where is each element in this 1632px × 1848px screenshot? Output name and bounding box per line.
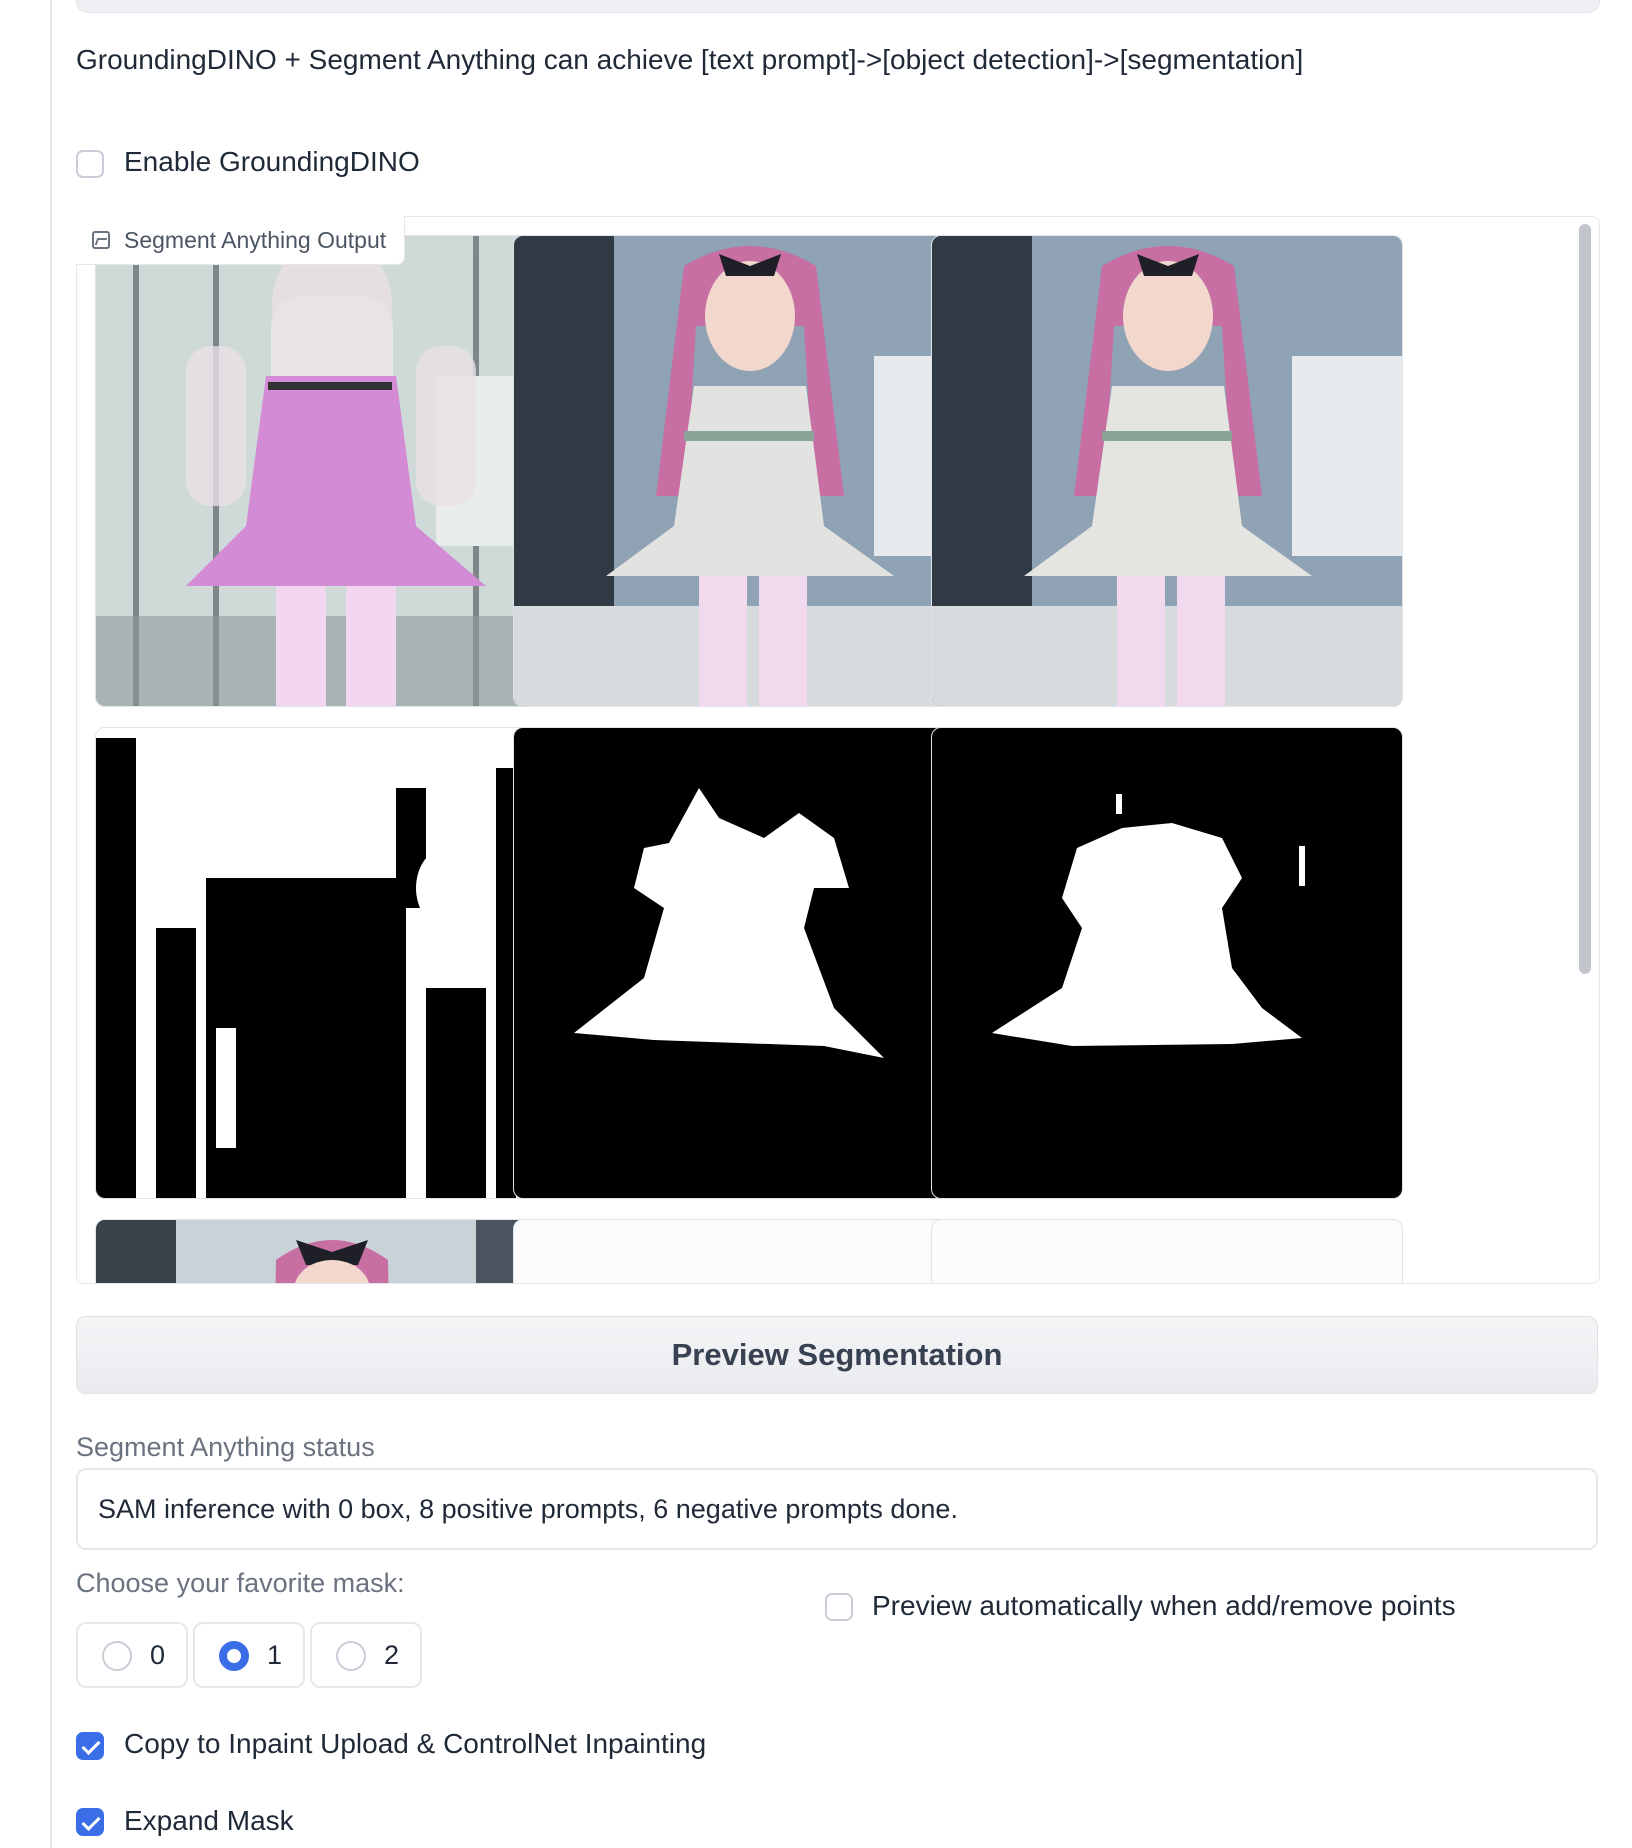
radio-circle-2 xyxy=(336,1641,366,1671)
masked-image-0-art xyxy=(96,1220,566,1283)
result-image-1-art xyxy=(514,236,984,706)
image-icon xyxy=(92,231,110,249)
enable-groundingdino-checkbox[interactable] xyxy=(76,150,104,178)
mask-0-art xyxy=(96,728,566,1198)
masked-image-2[interactable] xyxy=(931,1219,1403,1283)
status-label: Segment Anything status xyxy=(76,1432,375,1462)
masked-image-0[interactable] xyxy=(95,1219,567,1283)
auto-preview-checkbox[interactable] xyxy=(825,1593,853,1621)
mask-option-1-label: 1 xyxy=(267,1640,283,1670)
enable-groundingdino-label: Enable GroundingDINO xyxy=(124,146,420,177)
mask-2[interactable] xyxy=(931,727,1403,1199)
masked-image-1[interactable] xyxy=(513,1219,985,1283)
description-text: GroundingDINO + Segment Anything can ach… xyxy=(76,44,1304,75)
preview-segmentation-button[interactable]: Preview Segmentation xyxy=(76,1316,1598,1394)
mask-option-2[interactable]: 2 xyxy=(310,1622,422,1688)
mask-1[interactable] xyxy=(513,727,985,1199)
mask-choice-label: Choose your favorite mask: xyxy=(76,1568,405,1598)
result-image-0-art xyxy=(96,236,566,706)
collapsed-panel-bottom xyxy=(76,0,1600,13)
panel-border xyxy=(50,0,52,1848)
expand-mask-label: Expand Mask xyxy=(124,1805,294,1836)
mask-option-0-label: 0 xyxy=(150,1640,166,1670)
mask-1-art xyxy=(514,728,984,1198)
result-image-1[interactable] xyxy=(513,235,985,707)
mask-option-2-label: 2 xyxy=(384,1640,400,1670)
result-image-2[interactable] xyxy=(931,235,1403,707)
radio-circle-1-selected xyxy=(219,1641,249,1671)
mask-0[interactable] xyxy=(95,727,567,1199)
status-textbox[interactable]: SAM inference with 0 box, 8 positive pro… xyxy=(76,1468,1598,1550)
gallery-scrollbar[interactable] xyxy=(1579,224,1591,974)
radio-circle-0 xyxy=(102,1641,132,1671)
copy-inpaint-label: Copy to Inpaint Upload & ControlNet Inpa… xyxy=(124,1728,707,1759)
mask-option-0[interactable]: 0 xyxy=(76,1622,188,1688)
expand-mask-checkbox[interactable] xyxy=(76,1808,104,1836)
gallery-label: Segment Anything Output xyxy=(124,226,387,253)
result-image-0[interactable] xyxy=(95,235,567,707)
gallery-label-tag: Segment Anything Output xyxy=(76,216,406,265)
auto-preview-label: Preview automatically when add/remove po… xyxy=(872,1590,1456,1621)
mask-option-1[interactable]: 1 xyxy=(193,1622,305,1688)
copy-inpaint-checkbox[interactable] xyxy=(76,1732,104,1760)
mask-2-art xyxy=(932,728,1402,1198)
result-image-2-art xyxy=(932,236,1402,706)
segment-output-gallery xyxy=(76,216,1600,1284)
